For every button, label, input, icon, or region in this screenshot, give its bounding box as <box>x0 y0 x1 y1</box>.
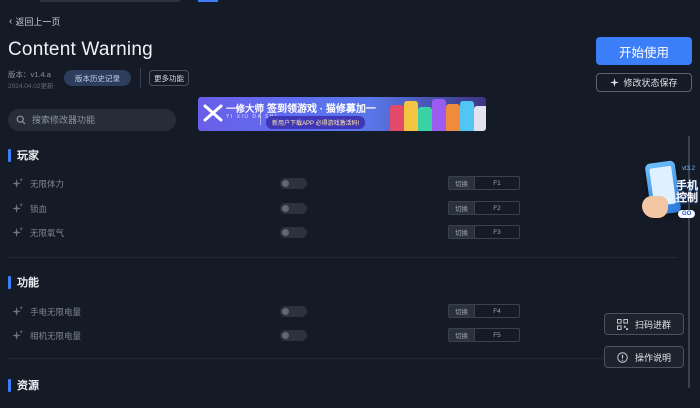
phone-widget-tag: vt3.2 <box>682 166 696 172</box>
scan-group-button[interactable]: 扫码进群 <box>604 313 684 335</box>
start-button[interactable]: 开始使用 <box>596 37 692 65</box>
cheat-row: 相机无限电量 切换 F5 <box>12 328 532 343</box>
section-marker <box>8 148 11 162</box>
sparkle-icon <box>12 178 23 189</box>
top-tab-indicator <box>198 0 218 2</box>
hotkey-key[interactable]: F1 <box>475 177 519 189</box>
section-divider <box>8 358 678 359</box>
header-divider <box>140 68 141 88</box>
sparkle-icon <box>610 78 620 87</box>
hotkey-field[interactable]: 切换 F5 <box>448 328 520 342</box>
toggle-knob <box>282 332 289 339</box>
hotkey-key[interactable]: F3 <box>475 226 519 238</box>
hotkey-action[interactable]: 切换 <box>449 226 475 238</box>
phone-text-line1: 手机 <box>676 180 698 192</box>
more-features-button[interactable]: 更多功能 <box>149 70 189 86</box>
sparkle-icon <box>12 227 23 238</box>
section-title-player: 玩家 <box>8 147 39 163</box>
hotkey-field[interactable]: 切换 F2 <box>448 201 520 215</box>
top-tab-strip <box>40 0 180 2</box>
hotkey-key[interactable]: F4 <box>475 305 519 317</box>
search-input[interactable] <box>32 115 162 125</box>
chevron-left-icon: ‹ <box>9 15 13 27</box>
game-title: Content Warning <box>8 39 153 60</box>
hotkey-action[interactable]: 切换 <box>449 329 475 341</box>
hotkey-field[interactable]: 切换 F3 <box>448 225 520 239</box>
hotkey-key[interactable]: F5 <box>475 329 519 341</box>
cheat-label: 相机无限电量 <box>30 331 82 341</box>
section-title-resources: 资源 <box>8 377 39 393</box>
phone-go-badge: GO <box>678 210 696 218</box>
cheat-toggle[interactable] <box>280 227 307 238</box>
hotkey-field[interactable]: 切换 F1 <box>448 176 520 190</box>
cheat-row: 手电无限电量 切换 F4 <box>12 304 532 319</box>
section-label: 玩家 <box>17 150 39 162</box>
section-marker <box>8 378 11 392</box>
version-info: 版本：v1.4.a 2024.04.02更新 <box>8 69 54 93</box>
toggle-knob <box>282 205 289 212</box>
version-text: 版本：v1.4.a <box>8 70 51 79</box>
instructions-button[interactable]: 操作说明 <box>604 346 684 368</box>
sparkle-icon <box>12 203 23 214</box>
cheat-label: 无限氧气 <box>30 228 65 238</box>
info-icon <box>617 351 628 363</box>
cheat-row: 无限氧气 切换 F3 <box>12 225 532 240</box>
sparkle-icon <box>12 306 23 317</box>
cheat-toggle[interactable] <box>280 178 307 189</box>
banner-subline: 新用户下载APP 必得游戏激活码! <box>266 116 366 129</box>
phone-text-line2: 控制 <box>676 192 698 204</box>
toggle-knob <box>282 229 289 236</box>
cheat-row: 锁血 切换 F2 <box>12 201 532 216</box>
section-marker <box>8 275 11 289</box>
banner-divider <box>260 103 261 125</box>
instructions-label: 操作说明 <box>635 352 672 363</box>
hand-icon <box>642 196 668 218</box>
hotkey-action[interactable]: 切换 <box>449 305 475 317</box>
scan-group-label: 扫码进群 <box>635 319 672 330</box>
cheat-toggle[interactable] <box>280 330 307 341</box>
cheat-label: 无限体力 <box>30 179 65 189</box>
version-history-button[interactable]: 版本历史记录 <box>64 70 131 86</box>
hotkey-field[interactable]: 切换 F4 <box>448 304 520 318</box>
banner-brand: 一修大师 <box>226 104 265 115</box>
qr-code-icon <box>617 318 628 330</box>
toggle-knob <box>282 180 289 187</box>
section-label: 资源 <box>17 380 39 392</box>
hotkey-key[interactable]: F2 <box>475 202 519 214</box>
cheat-label: 手电无限电量 <box>30 307 82 317</box>
cheat-row: 无限体力 切换 F1 <box>12 176 532 191</box>
section-title-features: 功能 <box>8 274 39 290</box>
toggle-knob <box>282 308 289 315</box>
ad-banner[interactable]: 一修大师 YI XIU DA SHI 签到领游戏 · 猫修募加一 新用户下载AP… <box>198 97 486 131</box>
search-icon <box>16 115 26 125</box>
save-state-label: 修改状态保存 <box>623 78 678 88</box>
save-state-button[interactable]: 修改状态保存 <box>596 73 692 92</box>
cheat-toggle[interactable] <box>280 203 307 214</box>
search-box[interactable] <box>8 109 176 131</box>
banner-headline: 签到领游戏 · 猫修募加一 <box>267 104 376 115</box>
phone-control-widget[interactable]: vt3.2 手机 控制 GO <box>640 160 700 226</box>
hotkey-action[interactable]: 切换 <box>449 202 475 214</box>
banner-characters-art <box>386 97 486 131</box>
phone-widget-text: 手机 控制 <box>676 180 698 204</box>
sparkle-icon <box>12 330 23 341</box>
hotkey-action[interactable]: 切换 <box>449 177 475 189</box>
cheat-label: 锁血 <box>30 204 48 214</box>
brand-logo-icon <box>203 104 223 122</box>
back-label: 返回上一页 <box>15 17 61 27</box>
section-divider <box>8 257 678 258</box>
cheat-toggle[interactable] <box>280 306 307 317</box>
back-link[interactable]: ‹ 返回上一页 <box>9 15 60 28</box>
section-label: 功能 <box>17 277 39 289</box>
update-date: 2024.04.02更新 <box>8 83 54 90</box>
